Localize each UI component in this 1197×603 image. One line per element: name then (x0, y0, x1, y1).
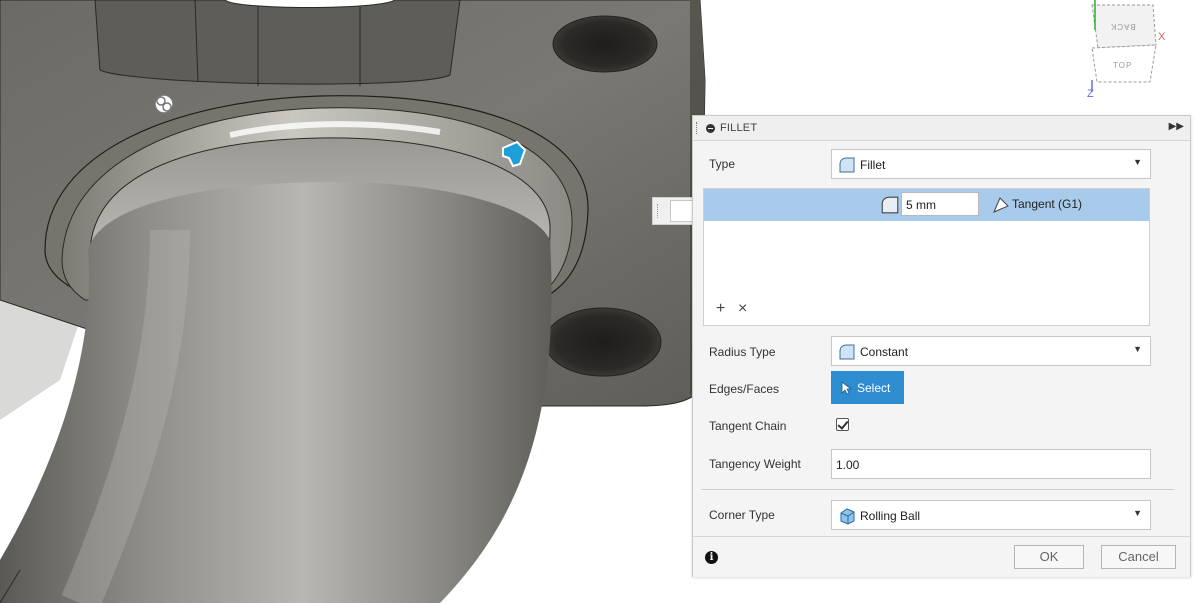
corner-type-value: Rolling Ball (860, 509, 921, 523)
edge-marker-icon (154, 94, 174, 114)
corner-type-dropdown[interactable]: Rolling Ball ▼ (831, 500, 1151, 530)
cancel-button[interactable]: Cancel (1101, 545, 1176, 569)
viewcube-axis-z: Z (1087, 88, 1094, 100)
edges-faces-label: Edges/Faces (709, 382, 780, 396)
type-dropdown[interactable]: Fillet ▼ (831, 149, 1151, 179)
edge-set-list[interactable]: 5 mm Tangent (G1) + × (703, 188, 1150, 326)
list-item[interactable]: 5 mm Tangent (G1) (704, 189, 1149, 221)
remove-edge-set-button[interactable]: × (738, 300, 747, 318)
info-icon[interactable]: i (705, 551, 718, 564)
fillet-command-icon (706, 124, 715, 133)
type-value: Fillet (860, 158, 886, 172)
tangency-weight-input[interactable]: 1.00 (831, 449, 1151, 479)
chevron-down-icon: ▼ (1133, 508, 1142, 518)
rolling-ball-icon (840, 508, 855, 525)
continuity-value[interactable]: Tangent (G1) (1012, 197, 1082, 211)
add-edge-set-button[interactable]: + (716, 300, 725, 318)
ok-button[interactable]: OK (1014, 545, 1084, 569)
tangent-continuity-icon (993, 197, 1009, 213)
viewcube-axis-x: X (1158, 31, 1166, 43)
chevron-down-icon: ▼ (1133, 157, 1142, 167)
dialog-title: FILLET (720, 122, 758, 134)
cursor-arrow-icon (841, 381, 853, 395)
drag-grip[interactable] (657, 204, 660, 218)
drag-grip[interactable] (696, 122, 699, 134)
type-label: Type (709, 157, 736, 171)
select-edges-button[interactable]: Select (831, 371, 904, 404)
radius-type-label: Radius Type (709, 345, 776, 359)
chevron-down-icon: ▼ (1133, 344, 1142, 354)
radius-field-value: 5 mm (906, 198, 936, 212)
fillet-type-icon (839, 157, 855, 173)
dialog-header[interactable]: FILLET ▶▶ (693, 116, 1190, 141)
radius-icon (881, 196, 899, 214)
expand-panel-icon[interactable]: ▶▶ (1169, 121, 1184, 132)
select-button-label: Select (857, 381, 891, 395)
dialog-footer: i OK Cancel (693, 536, 1190, 577)
divider (701, 489, 1174, 490)
fillet-dialog: FILLET ▶▶ Type Fillet ▼ 5 mm Tangent (G1… (692, 115, 1191, 577)
radius-type-dropdown[interactable]: Constant ▼ (831, 336, 1151, 366)
tangent-chain-checkbox[interactable] (836, 418, 849, 431)
viewcube-face-back[interactable]: BACK (1110, 22, 1136, 31)
tangency-weight-value: 1.00 (836, 458, 860, 472)
corner-type-label: Corner Type (709, 508, 775, 522)
viewcube (1091, 0, 1157, 92)
viewcube-face-top[interactable]: TOP (1113, 61, 1132, 70)
radius-field[interactable]: 5 mm (901, 192, 979, 216)
tangent-chain-label: Tangent Chain (709, 419, 787, 433)
constant-radius-icon (839, 344, 855, 360)
radius-type-value: Constant (860, 345, 909, 359)
tangency-weight-label: Tangency Weight (709, 457, 801, 471)
